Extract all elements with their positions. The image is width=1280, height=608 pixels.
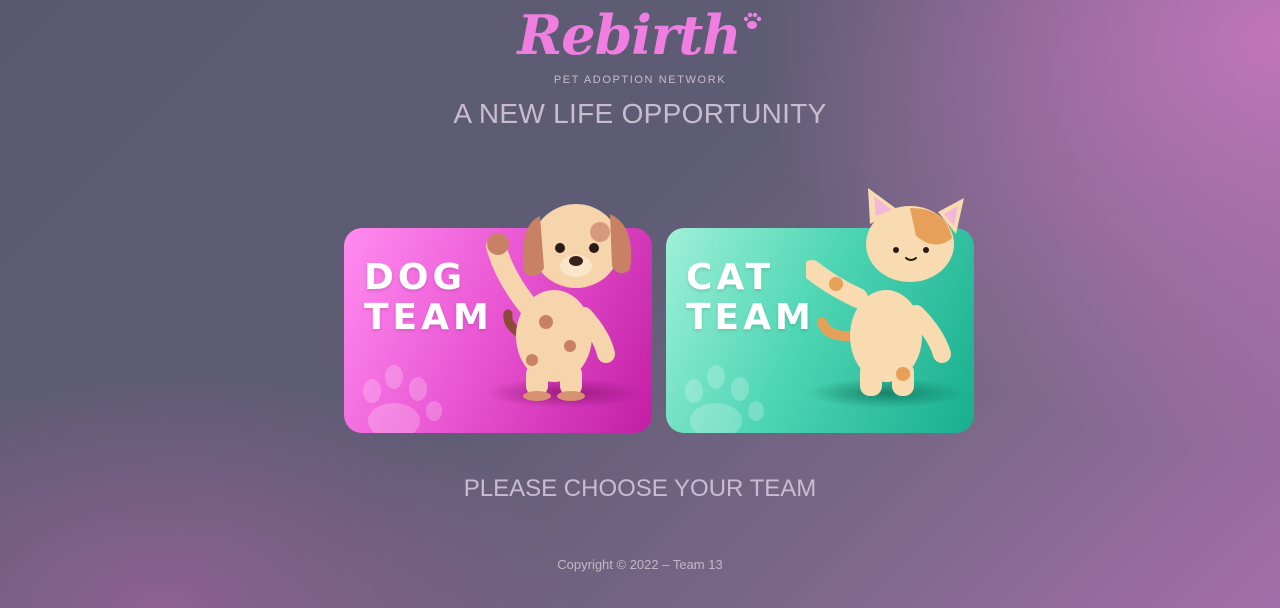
dog-team-card[interactable]: DOG TEAM (344, 204, 652, 433)
dog-figure (486, 204, 632, 401)
paw-prints-icon (363, 365, 442, 433)
dog-team-title-line2: TEAM (364, 297, 493, 338)
paw-icon (743, 12, 761, 29)
cat-team-title-line1: CAT (686, 257, 775, 298)
choose-team-prompt: PLEASE CHOOSE YOUR TEAM (463, 475, 817, 502)
cat-team-title: CAT TEAM (686, 258, 815, 338)
cat-team-title-line2: TEAM (686, 297, 815, 338)
logo-wordmark: Rebirth (517, 0, 762, 70)
cat-team-card[interactable]: CAT TEAM (666, 188, 974, 433)
cat-figure (806, 188, 964, 396)
logo: Rebirth (0, 0, 1280, 70)
paw-prints-icon (685, 365, 764, 433)
logo-subtitle: PET ADOPTION NETWORK (553, 74, 727, 86)
logo-text: Rebirth (517, 3, 741, 67)
page-tagline: A NEW LIFE OPPORTUNITY (453, 98, 827, 129)
dog-team-title-line1: DOG (364, 257, 467, 298)
footer-copyright: Copyright © 2022 – Team 13 (557, 557, 723, 572)
dog-team-title: DOG TEAM (364, 258, 493, 338)
